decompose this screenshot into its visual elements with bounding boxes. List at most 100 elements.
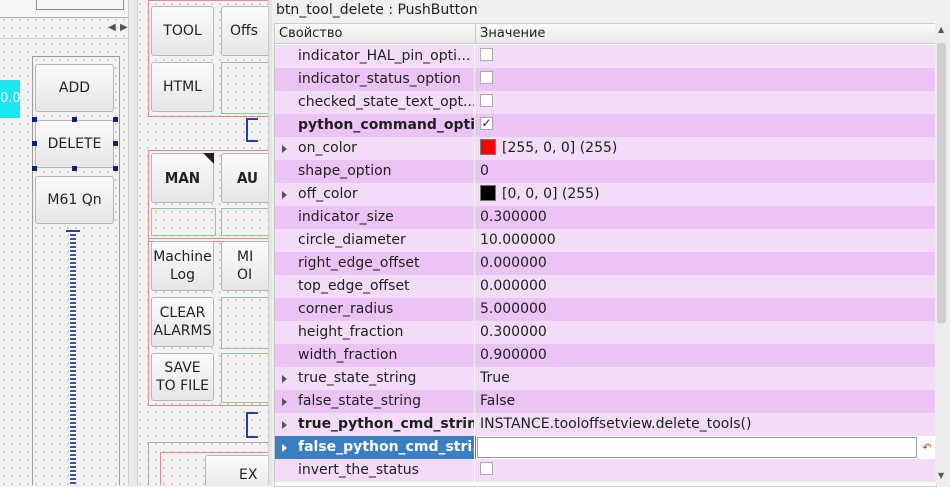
- color-swatch-icon: [480, 138, 496, 155]
- property-value[interactable]: 0: [476, 160, 936, 183]
- property-value[interactable]: [476, 91, 936, 114]
- property-row[interactable]: checked_state_text_opt...: [275, 91, 936, 114]
- expand-arrow-icon[interactable]: [282, 375, 287, 383]
- reset-value-icon[interactable]: ↶: [920, 436, 934, 459]
- property-row[interactable]: indicator_size 0.300000: [275, 206, 936, 229]
- expand-arrow-icon[interactable]: [282, 398, 287, 406]
- vertical-scrollbar[interactable]: ▲ ▼: [935, 23, 949, 485]
- property-name: circle_diameter: [275, 229, 475, 252]
- expand-arrow-icon[interactable]: [282, 444, 287, 452]
- property-name: indicator_size: [275, 206, 475, 229]
- column-header-value[interactable]: Значение: [476, 24, 936, 44]
- property-row[interactable]: corner_radius 5.000000: [275, 298, 936, 321]
- column-header-property[interactable]: Свойство: [275, 24, 476, 44]
- mi-button[interactable]: MI OI: [221, 241, 268, 291]
- property-value[interactable]: ↶: [476, 436, 936, 459]
- property-name: indicator_HAL_pin_opti...: [275, 45, 475, 68]
- m61-qn-button[interactable]: M61 Qn: [35, 176, 114, 224]
- property-row[interactable]: false_state_string False: [275, 390, 936, 413]
- property-row[interactable]: right_edge_offset 0.000000: [275, 252, 936, 275]
- checkbox-icon[interactable]: [480, 71, 493, 84]
- property-row[interactable]: false_python_cmd_stri... ↶: [275, 436, 936, 459]
- selection-handle[interactable]: [32, 117, 37, 122]
- property-row[interactable]: width_fraction 0.900000: [275, 344, 936, 367]
- property-value[interactable]: 10.000000: [476, 229, 936, 252]
- property-row[interactable]: true_state_string True: [275, 367, 936, 390]
- property-value[interactable]: 5.000000: [476, 298, 936, 321]
- property-value[interactable]: 0.000000: [476, 275, 936, 298]
- property-editor: btn_tool_delete : PushButton Свойство Зн…: [272, 0, 950, 487]
- scroll-up-icon[interactable]: ▲: [938, 25, 944, 34]
- selection-handle[interactable]: [72, 117, 77, 122]
- machine-log-button[interactable]: Machine Log: [151, 241, 214, 291]
- offsets-button[interactable]: Offs: [221, 6, 268, 56]
- save-line2: TO FILE: [156, 378, 209, 394]
- selection-handle[interactable]: [72, 166, 77, 171]
- property-value[interactable]: 0.900000: [476, 344, 936, 367]
- property-value[interactable]: [476, 68, 936, 91]
- property-value[interactable]: ✓: [476, 114, 936, 137]
- property-row[interactable]: python_command_opti... ✓: [275, 114, 936, 137]
- property-row[interactable]: invert_the_status: [275, 459, 936, 482]
- expand-arrow-icon[interactable]: [282, 145, 287, 153]
- property-row[interactable]: circle_diameter 10.000000: [275, 229, 936, 252]
- form-canvas[interactable]: ◀ ▶ 0.0 ADD DELETE M61 Qn TOOL Offs HTML…: [0, 0, 268, 485]
- color-swatch-icon: [480, 184, 496, 201]
- selection-handle[interactable]: [113, 117, 118, 122]
- property-name: width_fraction: [275, 344, 475, 367]
- property-name: true_state_string: [275, 367, 475, 390]
- property-name: indicator_status_option: [275, 68, 475, 91]
- expand-arrow-icon[interactable]: [282, 421, 287, 429]
- selection-handle[interactable]: [32, 166, 37, 171]
- property-row[interactable]: height_fraction 0.300000: [275, 321, 936, 344]
- property-table[interactable]: Свойство Значение indicator_HAL_pin_opti…: [274, 23, 937, 487]
- property-value[interactable]: 0.300000: [476, 321, 936, 344]
- selection-handle[interactable]: [113, 166, 118, 171]
- selection-handle[interactable]: [113, 141, 118, 146]
- property-value[interactable]: [0, 0, 0] (255): [476, 183, 936, 206]
- selection-handle[interactable]: [32, 141, 37, 146]
- property-row[interactable]: indicator_HAL_pin_opti...: [275, 45, 936, 68]
- color-value-text: [0, 0, 0] (255): [502, 186, 600, 202]
- property-name: python_command_opti...: [275, 114, 475, 137]
- property-name: right_edge_offset: [275, 252, 475, 275]
- property-row[interactable]: top_edge_offset 0.000000: [275, 275, 936, 298]
- property-row[interactable]: indicator_status_option: [275, 68, 936, 91]
- save-to-file-button[interactable]: SAVE TO FILE: [151, 353, 214, 401]
- clear-alarms-button[interactable]: CLEAR ALARMS: [151, 297, 214, 347]
- property-row[interactable]: off_color [0, 0, 0] (255): [275, 183, 936, 206]
- property-value[interactable]: True: [476, 367, 936, 390]
- checked-checkbox-icon[interactable]: ✓: [480, 117, 493, 130]
- tool-button[interactable]: TOOL: [151, 6, 214, 56]
- property-value[interactable]: 0.000000: [476, 252, 936, 275]
- property-value[interactable]: INSTANCE.tooloffsetview.delete_tools(): [476, 413, 936, 436]
- inline-edit-field[interactable]: [477, 437, 917, 458]
- property-value[interactable]: [476, 45, 936, 68]
- property-name: checked_state_text_opt...: [275, 91, 475, 114]
- property-row[interactable]: on_color [255, 0, 0] (255): [275, 137, 936, 160]
- property-name: false_state_string: [275, 390, 475, 413]
- auto-button[interactable]: AU: [221, 153, 268, 203]
- add-button[interactable]: ADD: [35, 64, 114, 112]
- chevron-left-icon[interactable]: ◀: [108, 22, 116, 33]
- property-value[interactable]: 0.300000: [476, 206, 936, 229]
- exit-button[interactable]: EX: [205, 455, 268, 485]
- cyan-dro-display: 0.0: [0, 80, 20, 118]
- property-row[interactable]: shape_option 0: [275, 160, 936, 183]
- property-value[interactable]: False: [476, 390, 936, 413]
- top-green-frame: [221, 62, 268, 114]
- mode-green-frame: [151, 208, 216, 236]
- checkbox-icon[interactable]: [480, 48, 493, 61]
- scrollbar-thumb[interactable]: [937, 43, 946, 323]
- checkbox-icon[interactable]: [480, 94, 493, 107]
- html-button[interactable]: HTML: [151, 62, 214, 112]
- property-row[interactable]: true_python_cmd_string INSTANCE.tooloffse…: [275, 413, 936, 436]
- scroll-down-icon[interactable]: ▼: [938, 471, 944, 480]
- property-value[interactable]: [476, 459, 936, 482]
- expand-arrow-icon[interactable]: [282, 191, 287, 199]
- property-value[interactable]: [255, 0, 0] (255): [476, 137, 936, 160]
- layout-bracket-2: [246, 412, 258, 438]
- chevron-right-icon[interactable]: ▶: [120, 22, 128, 33]
- checkbox-icon[interactable]: [480, 462, 493, 475]
- delete-button[interactable]: DELETE: [35, 120, 114, 168]
